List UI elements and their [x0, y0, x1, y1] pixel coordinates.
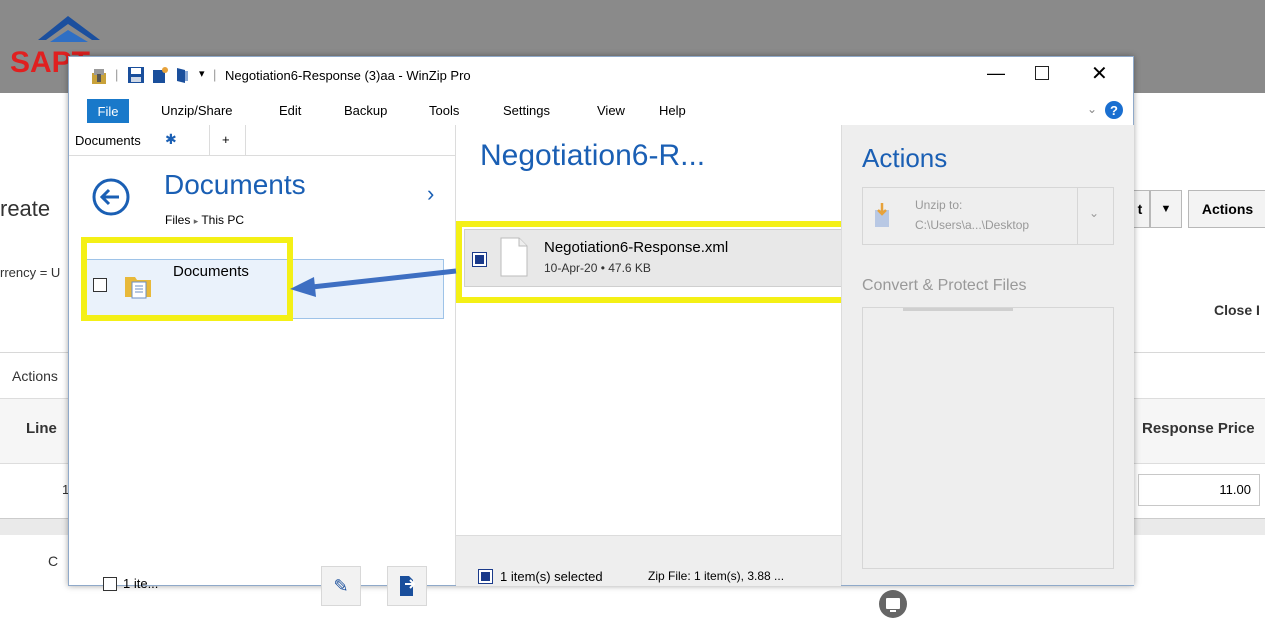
- background-actions-menu[interactable]: Actions: [12, 368, 58, 384]
- pencil-icon: ✎: [333, 575, 349, 596]
- folder-checkbox[interactable]: [93, 278, 107, 292]
- device-icon[interactable]: [878, 589, 908, 622]
- forward-chevron-icon[interactable]: ›: [427, 181, 434, 207]
- new-zip-icon[interactable]: [151, 66, 169, 87]
- help-icon[interactable]: ?: [1105, 101, 1123, 119]
- background-price-input[interactable]: 11.00: [1138, 474, 1260, 506]
- tab-documents[interactable]: Documents ✱: [69, 125, 210, 155]
- select-all-checkbox[interactable]: [103, 577, 117, 591]
- unzip-icon: [873, 202, 893, 231]
- menu-settings[interactable]: Settings: [503, 103, 550, 118]
- left-pane: Documents ✱ + Documents Files ▸ This PC …: [69, 125, 456, 606]
- add-to-zip-button[interactable]: [387, 566, 427, 606]
- convert-protect-label: Convert & Protect Files: [862, 277, 1027, 294]
- close-button[interactable]: ✕: [1091, 61, 1108, 86]
- zip-file-title: Negotiation6-R...: [480, 139, 706, 172]
- breadcrumb: Files ▸ This PC: [165, 213, 244, 227]
- add-to-zip-icon: [400, 576, 416, 596]
- unzip-dropdown-icon[interactable]: ⌄: [1089, 206, 1099, 220]
- unzip-to-button[interactable]: Unzip to: C:\Users\a...\Desktop ⌄: [862, 187, 1114, 245]
- panel-scroll-indicator: [903, 308, 1013, 311]
- tab-documents-label: Documents: [75, 133, 141, 148]
- menu-tools[interactable]: Tools: [429, 103, 459, 118]
- save-icon[interactable]: [127, 66, 145, 87]
- quick-access-dropdown-icon[interactable]: ▾: [199, 67, 205, 80]
- menu-view[interactable]: View: [597, 103, 625, 118]
- background-response-price-header: Response Price: [1142, 420, 1255, 437]
- menu-help[interactable]: Help: [659, 103, 686, 118]
- pin-icon[interactable]: ✱: [165, 131, 177, 148]
- back-arrow-icon[interactable]: [91, 177, 131, 220]
- unzip-to-path: C:\Users\a...\Desktop: [915, 218, 1030, 232]
- open-icon[interactable]: [175, 66, 191, 87]
- menu-edit[interactable]: Edit: [279, 103, 301, 118]
- title-bar: | ▾ | Negotiation6-Response (3)aa - WinZ…: [69, 57, 1133, 97]
- background-line-header: Line: [26, 420, 57, 437]
- winzip-window: | ▾ | Negotiation6-Response (3)aa - WinZ…: [68, 56, 1134, 618]
- zip-file-meta: 10-Apr-20 • 47.6 KB: [544, 261, 651, 275]
- maximize-button[interactable]: [1035, 66, 1049, 80]
- actions-pane: Actions Unzip to: C:\Users\a...\Desktop …: [841, 125, 1134, 618]
- breadcrumb-separator-icon: ▸: [193, 216, 199, 226]
- background-footer-text: C: [48, 553, 59, 569]
- menu-unzip-share[interactable]: Unzip/Share: [161, 103, 233, 118]
- background-dropdown-button[interactable]: ▼: [1150, 190, 1182, 228]
- menu-bar: File Unzip/Share Edit Backup Tools Setti…: [69, 97, 1133, 125]
- background-actions-button[interactable]: Actions: [1188, 190, 1265, 228]
- unzip-divider: [1077, 188, 1078, 244]
- xml-file-icon: [500, 237, 528, 280]
- zip-summary: Zip File: 1 item(s), 3.88 ...: [648, 569, 785, 583]
- folder-icon: [123, 271, 153, 304]
- caret-down-icon: ▼: [1160, 203, 1172, 215]
- title-separator-2: |: [213, 67, 217, 82]
- selected-checkbox[interactable]: [478, 569, 493, 584]
- minimize-button[interactable]: —: [987, 63, 1005, 84]
- breadcrumb-files[interactable]: Files: [165, 213, 190, 227]
- breadcrumb-this-pc[interactable]: This PC: [201, 213, 244, 227]
- folder-item-label: Documents: [173, 263, 249, 280]
- background-currency-label: rrency = U: [0, 265, 61, 280]
- add-tab-button[interactable]: +: [209, 125, 246, 155]
- convert-protect-panel: [862, 307, 1114, 569]
- annotation-arrow: [290, 268, 457, 297]
- background-page-title: reate: [0, 196, 51, 221]
- unzip-to-label: Unzip to:: [915, 198, 963, 212]
- menu-file[interactable]: File: [87, 99, 129, 123]
- background-close-link[interactable]: Close I: [1214, 302, 1260, 318]
- collapse-ribbon-icon[interactable]: ⌄: [1087, 102, 1097, 116]
- actions-title: Actions: [862, 143, 948, 173]
- menu-backup[interactable]: Backup: [344, 103, 387, 118]
- middle-pane: Negotiation6-R... Negotiation6-Response.…: [456, 125, 860, 586]
- winzip-app-icon[interactable]: [89, 66, 109, 89]
- window-title: Negotiation6-Response (3)aa - WinZip Pro: [225, 68, 471, 83]
- file-checkbox[interactable]: [472, 252, 487, 267]
- title-separator: |: [115, 67, 119, 82]
- rename-button[interactable]: ✎: [321, 566, 361, 606]
- folder-title: Documents: [164, 169, 306, 200]
- zip-file-name: Negotiation6-Response.xml: [544, 239, 729, 256]
- selected-count: 1 item(s) selected: [500, 569, 603, 584]
